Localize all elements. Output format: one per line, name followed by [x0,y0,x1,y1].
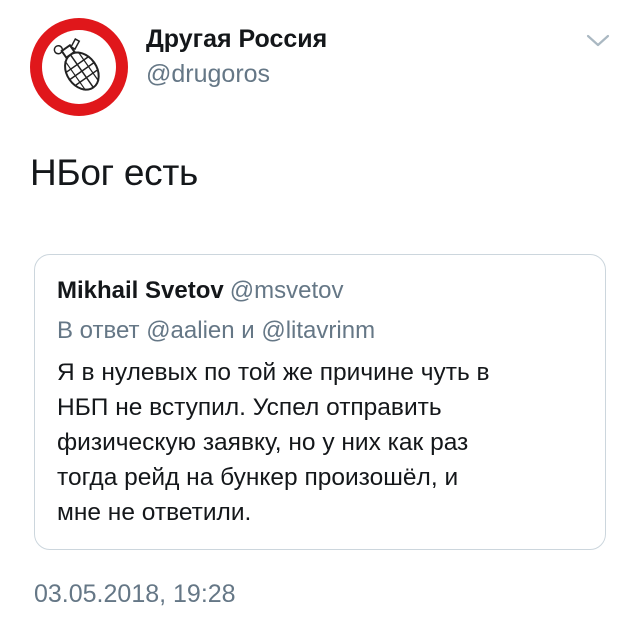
quoted-body-line: мне не ответили. [57,499,252,526]
quoted-tweet-body: Я в нулевых по той же причине чуть в НБП… [57,355,592,530]
quoted-body-line: НБП не вступил. Успел отправить [57,394,442,421]
quoted-body-line: физическую заявку, но у них как раз [57,429,469,456]
reply-prefix: В ответ [57,317,140,344]
quoted-body-line: Я в нулевых по той же причине чуть в [57,359,490,386]
reply-mention-aalien[interactable]: @aalien [146,317,234,344]
quoted-author-name: Mikhail Svetov [57,277,224,304]
tweet-timestamp[interactable]: 03.05.2018, 19:28 [34,580,236,609]
reply-conjunction: и [241,317,255,344]
reply-context: В ответ @aalien и @litavrinm [57,317,375,345]
tweet-text: НБог есть [30,152,198,193]
reply-mention-litavrinm[interactable]: @litavrinm [261,317,375,344]
author-handle[interactable]: @drugoros [146,60,270,89]
chevron-down-icon[interactable] [584,30,612,50]
quoted-tweet-author: Mikhail Svetov @msvetov [57,277,343,305]
author-display-name[interactable]: Другая Россия [146,25,327,54]
quoted-tweet-card[interactable]: Mikhail Svetov @msvetov В ответ @aalien и… [34,254,606,550]
grenade-logo-icon [53,38,100,91]
quoted-author-handle: @msvetov [229,277,344,304]
avatar-inner [42,30,116,104]
avatar[interactable] [30,18,128,116]
quoted-body-line: тогда рейд на бункер произошёл, и [57,464,459,491]
